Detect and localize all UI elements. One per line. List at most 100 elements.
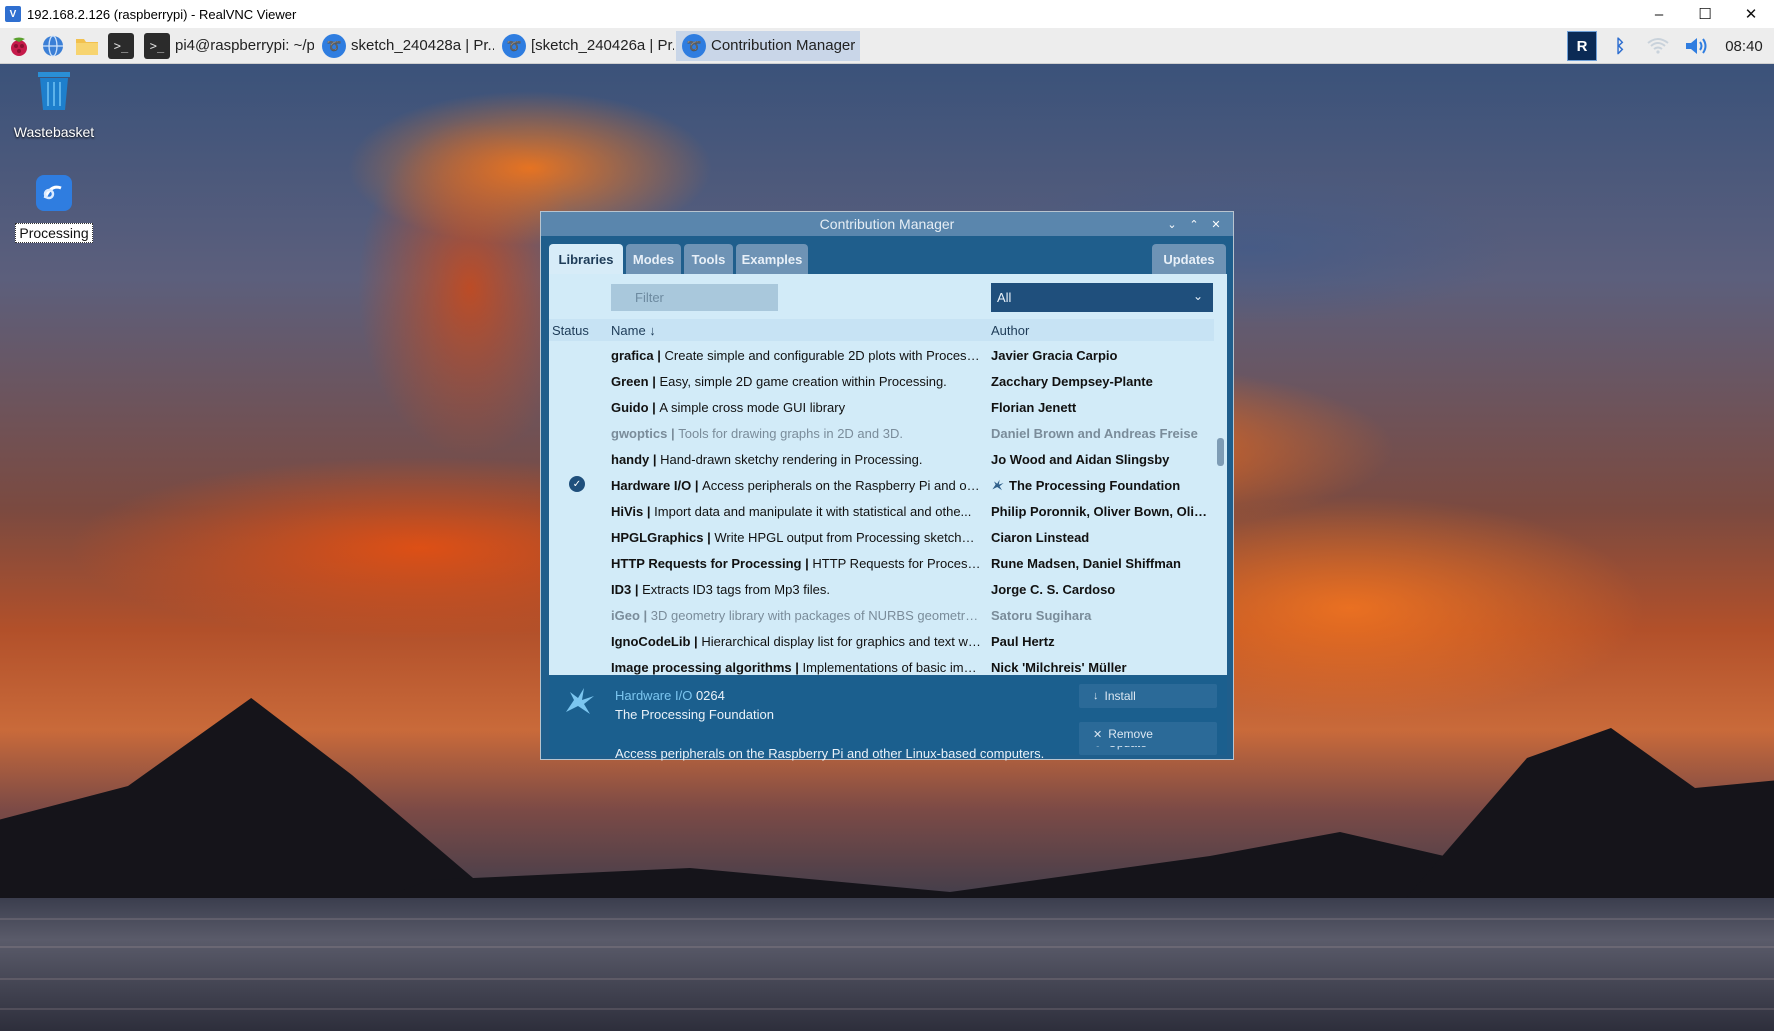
browser-launcher[interactable] (38, 31, 68, 61)
processing-icon: ➰ (322, 33, 346, 58)
task-sketch-240428a[interactable]: ➰ sketch_240428a | Pr... (316, 31, 494, 61)
task-label: [sketch_240426a | Pr... (531, 37, 674, 54)
library-row[interactable]: ID3 | Extracts ID3 tags from Mp3 files. J… (549, 576, 1214, 602)
library-row[interactable]: iGeo | 3D geometry library with packages… (549, 602, 1214, 628)
library-author-cell: Daniel Brown and Andreas Freise (991, 426, 1211, 441)
download-icon: ↓ (1093, 690, 1099, 702)
close-button[interactable]: ✕ (1205, 218, 1227, 231)
window-titlebar[interactable]: Contribution Manager ⌄ ⌃ ✕ (541, 212, 1233, 236)
window-controls: ⌄ ⌃ ✕ (1161, 212, 1227, 236)
library-row[interactable]: gwoptics | Tools for drawing graphs in 2… (549, 420, 1214, 446)
library-author: Jo Wood and Aidan Slingsby (991, 452, 1170, 467)
desktop-icon-wastebasket[interactable]: Wastebasket (4, 68, 104, 141)
task-contribution-manager[interactable]: ➰ Contribution Manager (676, 30, 860, 61)
separator: | (703, 530, 715, 545)
minimize-button[interactable]: – (1636, 0, 1682, 28)
scrollbar[interactable] (1214, 342, 1227, 675)
library-row[interactable]: HiVis | Import data and manipulate it wi… (549, 498, 1214, 524)
separator: | (691, 478, 703, 493)
library-row[interactable]: grafica | Create simple and configurable… (549, 342, 1214, 368)
library-row[interactable]: handy | Hand-drawn sketchy rendering in … (549, 446, 1214, 472)
library-author: Paul Hertz (991, 634, 1055, 649)
library-name: IgnoCodeLib (611, 634, 691, 649)
maximize-button[interactable]: ☐ (1682, 0, 1728, 28)
detail-version: 0264 (695, 688, 725, 703)
column-name[interactable]: Name ↓ (611, 323, 656, 338)
library-row[interactable]: ✓ Hardware I/O | Access peripherals on th… (549, 472, 1214, 498)
library-description: Extracts ID3 tags from Mp3 files. (642, 582, 830, 597)
task-sketch-240426a[interactable]: ➰ [sketch_240426a | Pr... (496, 31, 674, 61)
library-name: iGeo (611, 608, 640, 623)
clock[interactable]: 08:40 (1716, 30, 1772, 62)
tab-libraries[interactable]: Libraries (549, 244, 623, 274)
terminal-launcher[interactable]: >_ (106, 31, 136, 61)
library-name: Image processing algorithms (611, 660, 792, 675)
library-description: Import data and manipulate it with stati… (654, 504, 972, 519)
library-author-cell: Satoru Sugihara (991, 608, 1211, 623)
processing-icon: ➰ (682, 33, 706, 58)
separator: | (791, 660, 803, 675)
tab-examples[interactable]: Examples (736, 244, 808, 274)
library-author-cell: Florian Jenett (991, 400, 1211, 415)
library-name-cell: gwoptics | Tools for drawing graphs in 2… (611, 426, 981, 441)
task-terminal[interactable]: >_ pi4@raspberrypi: ~/p... (138, 31, 314, 61)
vnc-server-icon[interactable]: R (1564, 30, 1600, 62)
vnc-titlebar: V 192.168.2.126 (raspberrypi) - RealVNC … (0, 0, 1774, 28)
chevron-down-icon: ⌄ (1192, 289, 1203, 303)
status-cell (569, 346, 585, 362)
scrollbar-thumb[interactable] (1217, 438, 1224, 466)
category-dropdown[interactable]: All ⌄ (991, 283, 1213, 312)
separator: | (801, 556, 813, 571)
status-cell (569, 398, 585, 414)
tab-tools[interactable]: Tools (684, 244, 733, 274)
library-name-cell: HPGLGraphics | Write HPGL output from Pr… (611, 530, 981, 545)
library-name-cell: Guido | A simple cross mode GUI library (611, 400, 981, 415)
bluetooth-icon[interactable]: ᛒ (1602, 30, 1638, 62)
library-author: Rune Madsen, Daniel Shiffman (991, 556, 1181, 571)
contribution-manager-window: Contribution Manager ⌄ ⌃ ✕ Libraries Mod… (540, 211, 1234, 761)
trash-icon (33, 68, 75, 117)
filter-input[interactable] (611, 284, 778, 311)
minimize-button[interactable]: ⌄ (1161, 218, 1183, 231)
detail-name-link[interactable]: Hardware I/O (615, 688, 692, 703)
separator: | (653, 348, 665, 363)
library-author-cell: Jo Wood and Aidan Slingsby (991, 452, 1211, 467)
remove-button[interactable]: ✕ Remove (1079, 722, 1217, 746)
tab-bar: Libraries Modes Tools Examples Updates (541, 242, 1233, 274)
detail-author: The Processing Foundation (615, 707, 774, 722)
library-row[interactable]: HPGLGraphics | Write HPGL output from Pr… (549, 524, 1214, 550)
separator: | (639, 608, 651, 623)
library-author-cell: Nick 'Milchreis' Müller (991, 660, 1211, 675)
raspberry-icon (6, 33, 32, 59)
raspberry-menu-button[interactable] (4, 31, 34, 61)
terminal-icon: >_ (144, 32, 170, 59)
column-status[interactable]: Status (552, 323, 589, 338)
column-author[interactable]: Author (991, 323, 1029, 338)
library-row[interactable]: Green | Easy, simple 2D game creation wi… (549, 368, 1214, 394)
tab-updates[interactable]: Updates (1152, 244, 1226, 274)
tab-modes[interactable]: Modes (626, 244, 681, 274)
desktop-icon-processing[interactable]: Processing (4, 174, 104, 243)
library-row[interactable]: IgnoCodeLib | Hierarchical display list … (549, 628, 1214, 654)
library-row[interactable]: HTTP Requests for Processing | HTTP Requ… (549, 550, 1214, 576)
volume-icon[interactable] (1678, 30, 1714, 62)
library-name-cell: HTTP Requests for Processing | HTTP Requ… (611, 556, 981, 571)
library-name-cell: HiVis | Import data and manipulate it wi… (611, 504, 981, 519)
library-author-cell: Zacchary Dempsey-Plante (991, 374, 1211, 389)
library-name: ID3 (611, 582, 632, 597)
library-name-cell: Green | Easy, simple 2D game creation wi… (611, 374, 981, 389)
install-button[interactable]: ↓ Install (1079, 684, 1217, 708)
separator: | (648, 400, 660, 415)
lake (0, 898, 1774, 1031)
library-name: Hardware I/O (611, 478, 692, 493)
separator: | (648, 374, 660, 389)
library-name-cell: iGeo | 3D geometry library with packages… (611, 608, 981, 623)
status-cell (569, 554, 585, 570)
library-row[interactable]: Image processing algorithms | Implementa… (549, 654, 1214, 675)
separator: | (643, 504, 655, 519)
library-row[interactable]: Guido | A simple cross mode GUI library F… (549, 394, 1214, 420)
maximize-button[interactable]: ⌃ (1183, 218, 1205, 231)
file-manager-launcher[interactable] (72, 31, 102, 61)
wifi-icon[interactable] (1640, 30, 1676, 62)
close-button[interactable]: ✕ (1728, 0, 1774, 28)
